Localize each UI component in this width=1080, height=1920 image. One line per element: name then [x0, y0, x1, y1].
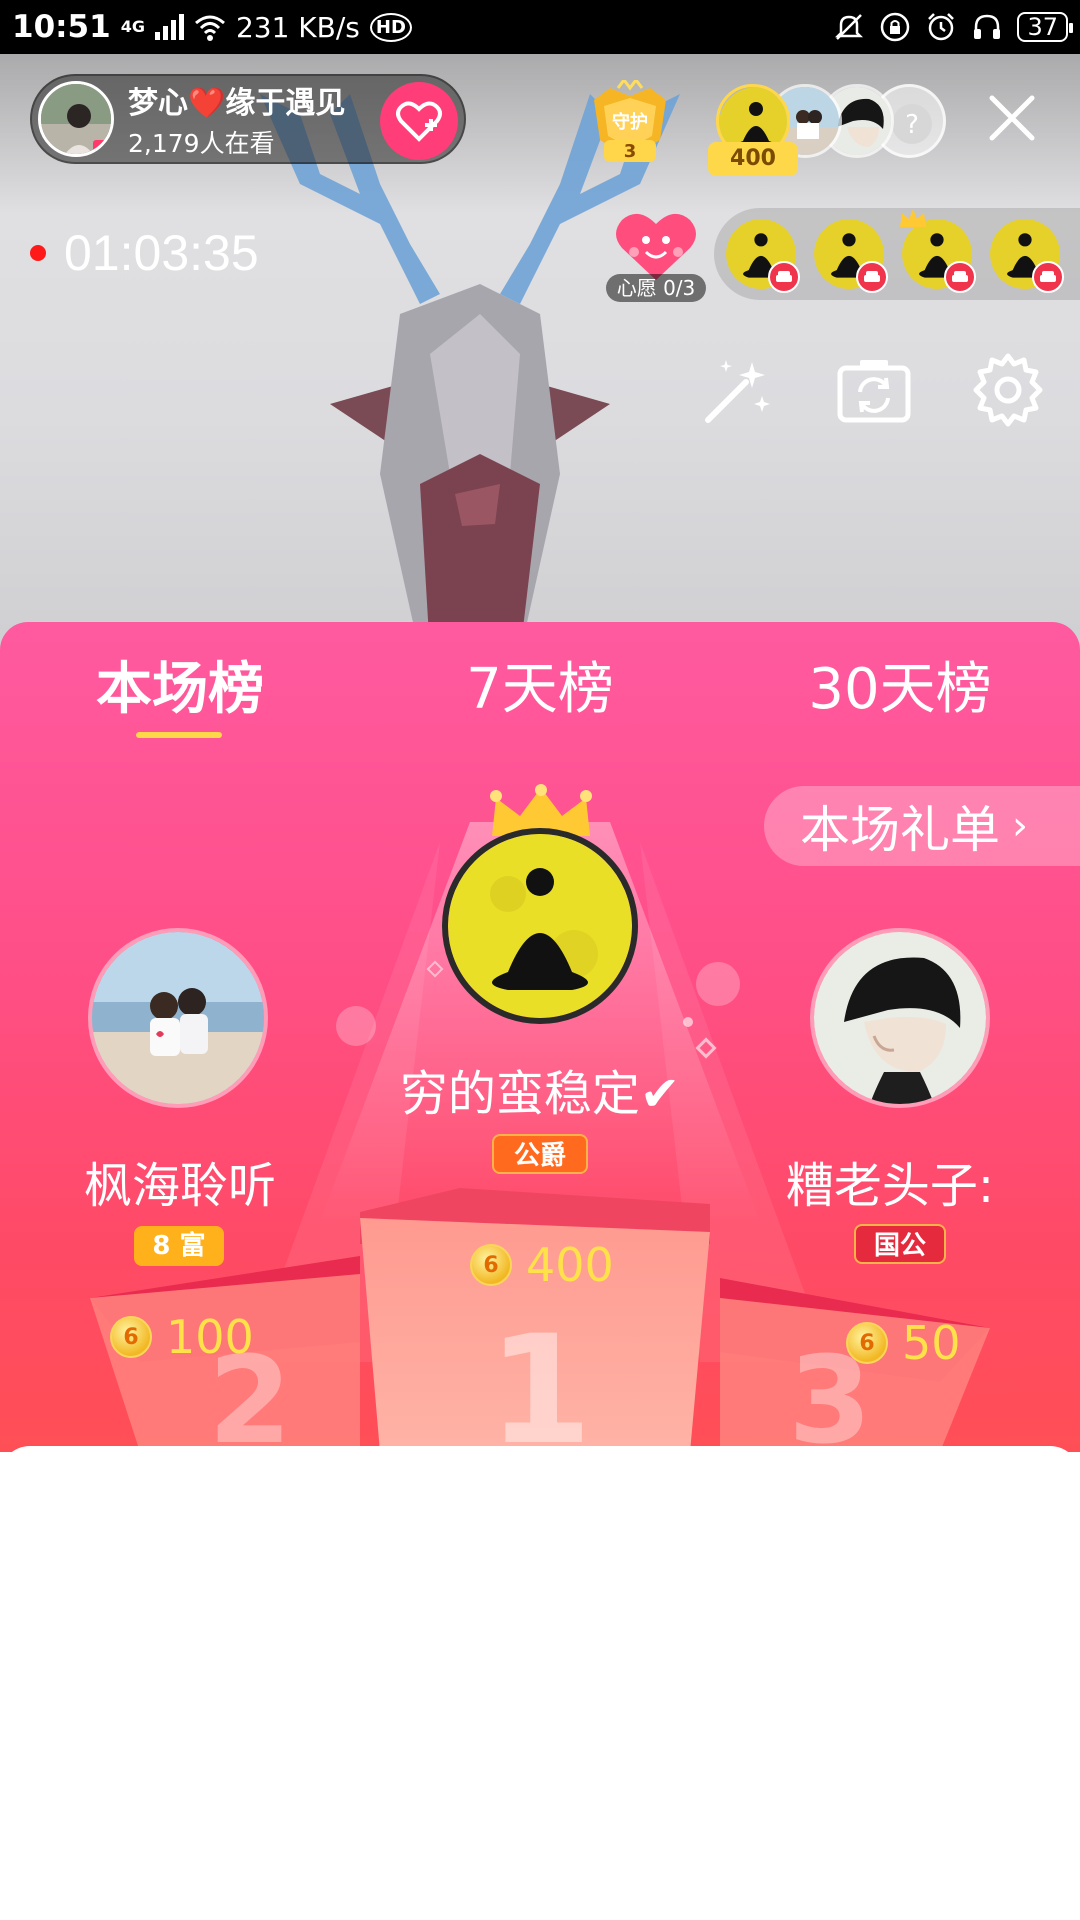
tab-30-days[interactable]: 30天榜	[750, 644, 1050, 725]
third-place-score: 6 50	[846, 1316, 961, 1370]
host-info-chip[interactable]: 梦心❤️缘于遇见 2,179人在看	[30, 74, 466, 164]
third-place-name: 糟老头子:	[785, 1158, 995, 1214]
top-viewer-score: 400	[708, 142, 798, 176]
wish-progress: 心愿 0/3	[606, 274, 706, 302]
settings-gear-icon[interactable]	[968, 350, 1048, 430]
active-tab-indicator	[136, 732, 222, 738]
live-duration: 01:03:35	[64, 225, 259, 281]
second-place-score: 6 100	[110, 1310, 254, 1364]
network-speed: 231 KB/s	[235, 10, 360, 44]
second-place-rank-badge: 8 富	[134, 1226, 224, 1266]
guard-count: 3	[623, 141, 637, 162]
second-place-score-value: 100	[166, 1310, 254, 1364]
rotation-lock-icon	[881, 12, 910, 42]
coin-icon: 6	[470, 1244, 512, 1286]
follow-button[interactable]	[380, 82, 458, 160]
first-place-score-value: 400	[526, 1238, 614, 1292]
chevron-right-icon: ›	[1012, 803, 1028, 849]
network-type: 4G	[120, 17, 145, 36]
flip-camera-icon[interactable]	[834, 350, 914, 430]
sofa-icon	[1032, 261, 1064, 293]
heart-plus-icon	[396, 101, 442, 142]
guest-seat-3[interactable]	[900, 209, 976, 293]
sofa-icon	[768, 261, 800, 293]
guard-badge[interactable]: 守护 3	[584, 80, 676, 166]
first-place-name: 穷的蛮稳定✔	[399, 1066, 681, 1122]
signal-icon	[154, 14, 184, 40]
sofa-icon	[944, 261, 976, 293]
svg-text:?: ?	[905, 110, 919, 140]
host-name: 梦心❤️缘于遇见	[128, 86, 346, 121]
wish-button[interactable]: 心愿 0/3	[606, 206, 706, 302]
guest-seats	[714, 208, 1080, 300]
live-timer: 01:03:35	[30, 224, 259, 282]
close-icon[interactable]	[986, 92, 1038, 144]
gift-list-button[interactable]: 本场礼单 ›	[764, 786, 1080, 866]
guest-seat-4[interactable]	[990, 219, 1064, 293]
second-place-avatar[interactable]	[88, 928, 268, 1108]
ranking-list-area[interactable]	[0, 1446, 1080, 1920]
guest-seat-1[interactable]	[726, 219, 800, 293]
ranking-tabs: 本场榜 7天榜 30天榜	[0, 622, 1080, 742]
hd-icon: HD	[369, 12, 412, 42]
crown-icon	[900, 209, 926, 227]
svg-text:1: 1	[488, 1304, 592, 1452]
guest-seat-2[interactable]	[814, 219, 888, 293]
battery-icon: 37	[1017, 12, 1073, 42]
coin-icon: 6	[110, 1316, 152, 1358]
tab-7-days[interactable]: 7天榜	[390, 644, 690, 725]
host-avatar[interactable]	[38, 81, 114, 157]
recording-dot	[30, 245, 46, 261]
top-viewers[interactable]: ? 400	[708, 80, 956, 180]
gift-list-label: 本场礼单	[800, 801, 1000, 859]
sofa-icon	[856, 261, 888, 293]
tab-this-session[interactable]: 本场榜	[30, 644, 330, 725]
third-place-score-value: 50	[902, 1316, 961, 1370]
headphones-icon	[974, 14, 1001, 39]
wifi-icon	[194, 15, 225, 41]
third-place-rank-badge: 国公	[854, 1224, 946, 1264]
third-place-avatar[interactable]	[810, 928, 990, 1108]
status-bar: 10:51 4G 231 KB/s HD 37	[0, 0, 1080, 54]
first-place-score: 6 400	[470, 1238, 614, 1292]
first-place-avatar[interactable]	[442, 828, 638, 1024]
first-place-rank-badge: 公爵	[492, 1134, 588, 1174]
second-place-name: 枫海聆听	[83, 1158, 276, 1214]
live-video[interactable]: 梦心❤️缘于遇见 2,179人在看 守护 3 ? 400 01:03:35 心愿…	[0, 54, 1080, 654]
leaderboard-panel: 2 3 1 本场榜 7天榜 30天榜 本场礼单 › 穷的蛮稳定✔ 公爵 6 40…	[0, 622, 1080, 1452]
beauty-magic-wand-icon[interactable]	[696, 350, 776, 430]
viewer-count: 2,179人在看	[128, 129, 275, 158]
mute-bell-icon	[835, 14, 864, 40]
guard-label: 守护	[612, 112, 648, 133]
alarm-icon	[928, 13, 955, 41]
coin-icon: 6	[846, 1322, 888, 1364]
status-time: 10:51	[12, 9, 111, 45]
